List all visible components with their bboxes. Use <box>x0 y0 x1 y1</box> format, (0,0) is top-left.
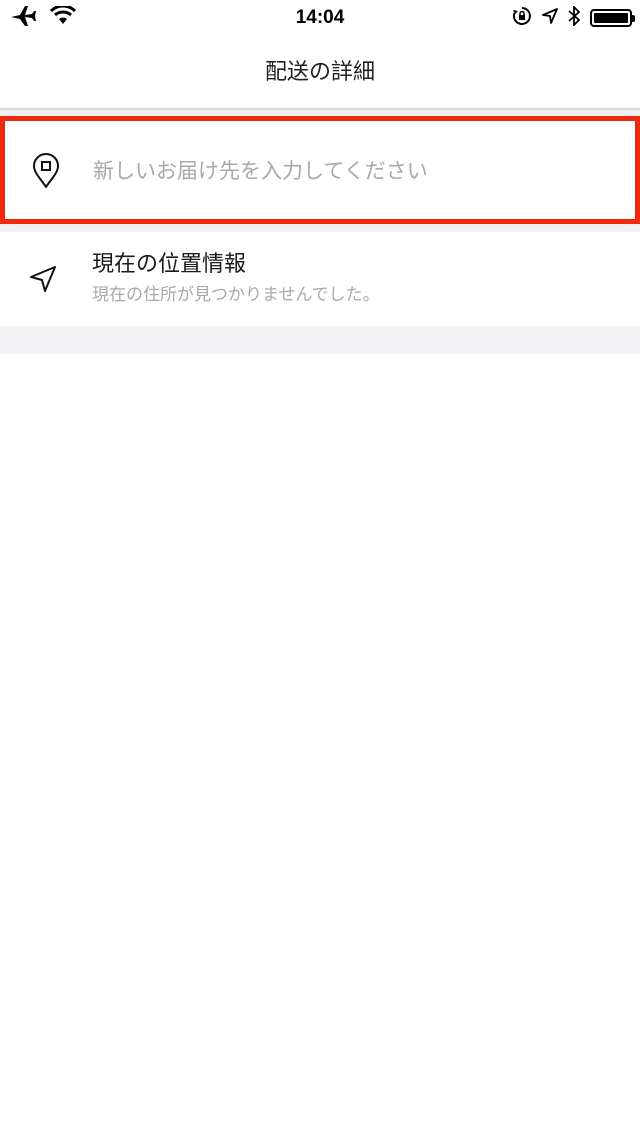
navigation-arrow-icon <box>28 264 58 294</box>
current-location-row[interactable]: 現在の位置情報 現在の住所が見つかりませんでした。 <box>0 232 640 326</box>
current-location-subtitle: 現在の住所が見つかりませんでした。 <box>92 285 380 305</box>
bluetooth-icon <box>568 4 581 30</box>
orientation-lock-icon <box>512 6 532 30</box>
battery-icon <box>590 9 635 27</box>
current-location-title: 現在の位置情報 <box>92 252 247 277</box>
battery-level <box>594 13 628 23</box>
new-address-field-row[interactable] <box>0 116 640 224</box>
status-bar-right <box>512 4 635 30</box>
new-address-input[interactable] <box>93 155 593 187</box>
navigation-bar: 配送の詳細 <box>0 40 640 110</box>
page-title: 配送の詳細 <box>264 60 375 85</box>
status-bar: 14:04 <box>0 0 640 40</box>
location-arrow-icon <box>542 8 558 28</box>
map-pin-icon <box>31 153 61 189</box>
